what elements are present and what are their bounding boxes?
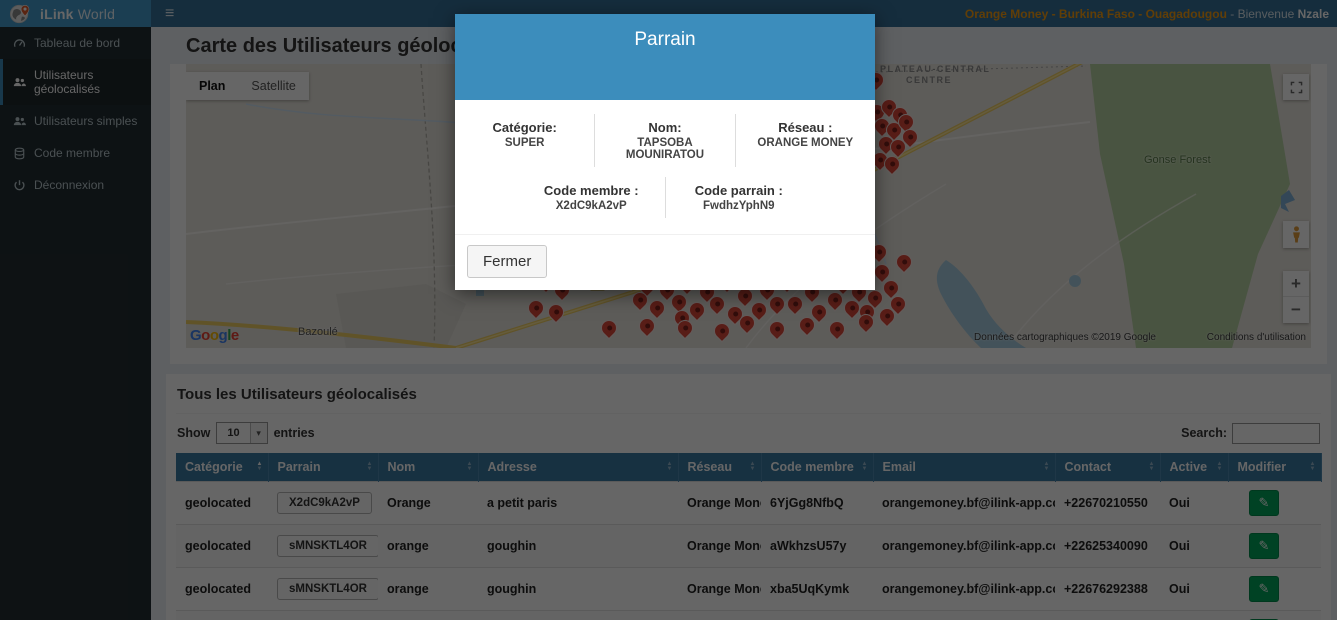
- modal-field-value: ORANGE MONEY: [740, 137, 871, 149]
- modal-field-value: TAPSOBA MOUNIRATOU: [599, 137, 730, 161]
- modal-field-value: SUPER: [459, 137, 590, 149]
- modal-field: Réseau : ORANGE MONEY: [735, 114, 875, 167]
- modal-footer: Fermer: [455, 234, 875, 290]
- modal-field-label: Code parrain :: [670, 183, 809, 198]
- modal-field-label: Catégorie:: [459, 120, 590, 135]
- modal-field: Catégorie: SUPER: [455, 114, 594, 167]
- modal-field-label: Réseau :: [740, 120, 871, 135]
- modal-body: Catégorie:SUPERNom:TAPSOBA MOUNIRATOURés…: [455, 100, 875, 234]
- modal-field-label: Code membre :: [522, 183, 661, 198]
- modal-field: Code membre : X2dC9kA2vP: [518, 177, 665, 218]
- parrain-modal: Parrain Catégorie: SUPER Nom: TAPSOBA MOUNI…: [455, 14, 875, 290]
- app-window: iLink World ≡ Orange Money - Burkina Fas…: [0, 0, 1337, 620]
- modal-field: Code parrain : FwdhzYphN9: [665, 177, 813, 218]
- modal-field-label: Nom:: [599, 120, 730, 135]
- modal-field: Nom: TAPSOBA MOUNIRATOU: [594, 114, 734, 167]
- modal-header: Parrain: [455, 14, 875, 100]
- modal-title: Parrain: [455, 29, 875, 51]
- modal-field-value: X2dC9kA2vP: [522, 200, 661, 212]
- modal-field-value: FwdhzYphN9: [670, 200, 809, 212]
- fermer-button[interactable]: Fermer: [467, 245, 547, 278]
